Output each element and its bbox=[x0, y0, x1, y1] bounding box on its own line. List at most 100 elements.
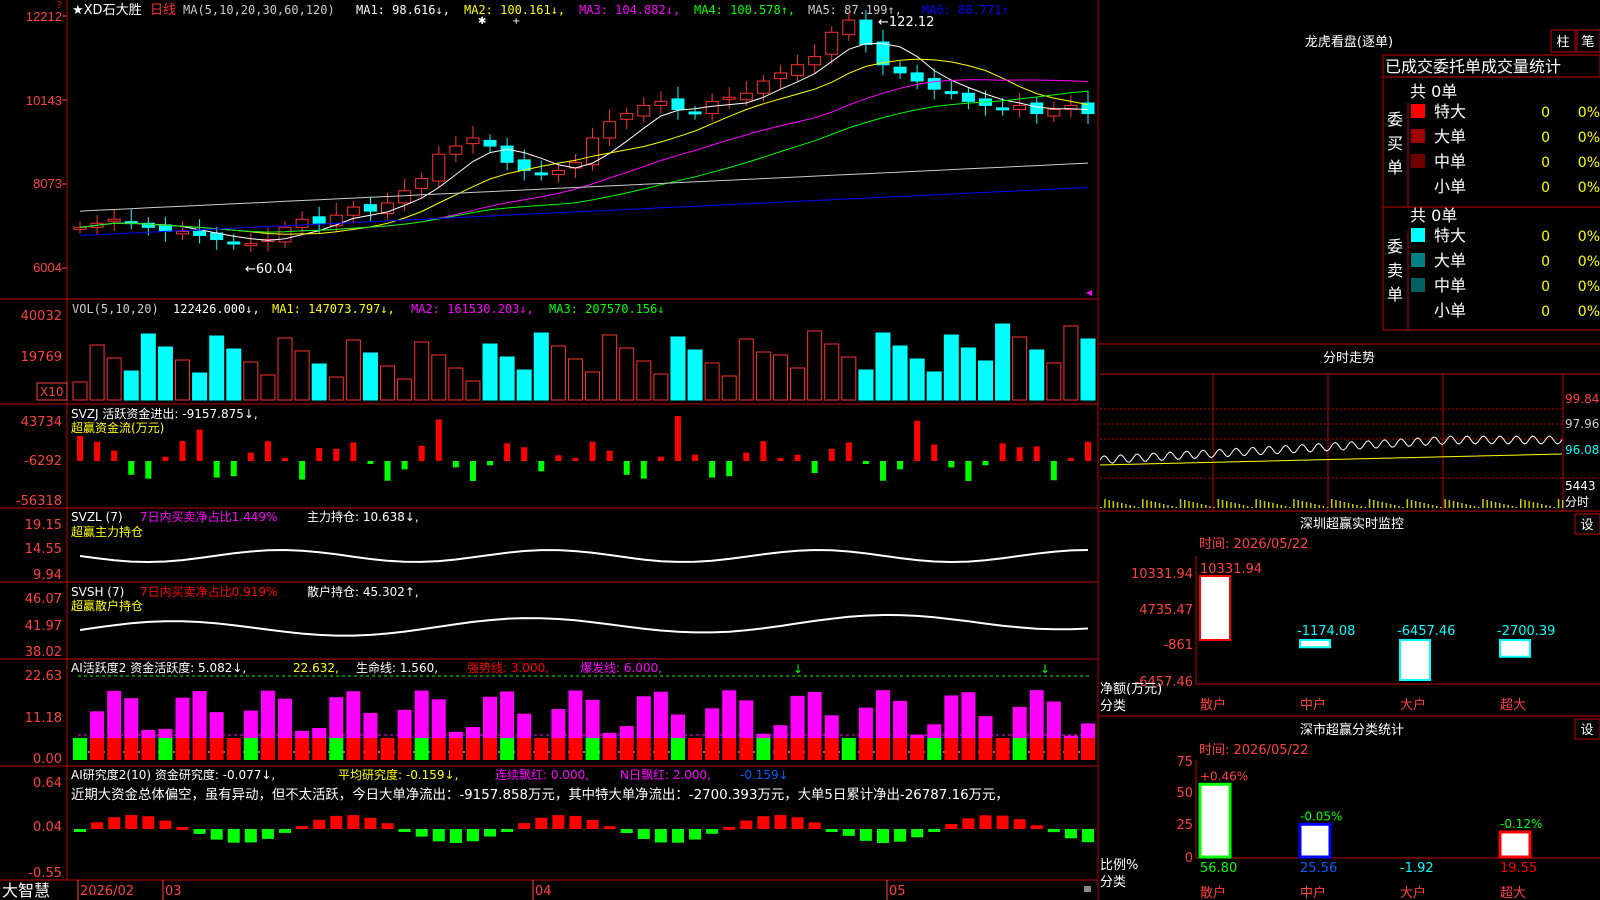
intraday-volume bbox=[1452, 501, 1455, 508]
active-base bbox=[209, 738, 224, 760]
candle-body bbox=[363, 204, 377, 212]
candle-body bbox=[910, 72, 924, 82]
scroll-marker[interactable] bbox=[1086, 290, 1092, 296]
flow-bar bbox=[299, 461, 306, 480]
research-bar bbox=[1082, 829, 1094, 843]
ratio-value: 25.56 bbox=[1300, 861, 1337, 876]
volume-bar bbox=[909, 358, 925, 401]
flow-bar bbox=[657, 456, 664, 461]
active-bar bbox=[705, 708, 720, 738]
intraday-volume bbox=[1440, 507, 1442, 508]
order-count: 0 bbox=[1541, 180, 1550, 196]
intraday-volume bbox=[1503, 504, 1505, 508]
active-bar bbox=[568, 690, 583, 738]
flow-bar bbox=[862, 461, 869, 464]
flow-category: 超大 bbox=[1500, 698, 1526, 713]
tick-mode-label[interactable]: 笔 bbox=[1581, 34, 1594, 50]
research-bar bbox=[364, 817, 377, 829]
brand-logo[interactable]: 大智慧 bbox=[2, 881, 50, 900]
ratio-bar bbox=[1198, 782, 1232, 859]
ma-line bbox=[79, 162, 1089, 212]
active-base bbox=[192, 738, 207, 760]
order-count: 0 bbox=[1541, 130, 1550, 146]
active-base bbox=[329, 738, 344, 760]
monitor-settings-label[interactable]: 设 bbox=[1580, 518, 1593, 533]
volume-bar bbox=[465, 380, 481, 401]
volume-bar bbox=[345, 339, 361, 401]
moving-average-lines bbox=[79, 43, 1089, 241]
intraday-volume bbox=[1398, 506, 1400, 508]
ma-item: MA2: 100.161↓, bbox=[464, 3, 565, 17]
classify-tick: 75 bbox=[1176, 755, 1193, 770]
stats-tabs[interactable]: 已成交委托单成交量统计 bbox=[1385, 57, 1561, 76]
research-bar bbox=[1047, 829, 1060, 833]
vol-ma3: MA3: 207570.156↓ bbox=[549, 302, 665, 316]
intraday-volume bbox=[1301, 501, 1304, 508]
flow-bar bbox=[162, 456, 169, 461]
intraday-volume bbox=[1326, 507, 1329, 508]
active-base bbox=[636, 738, 651, 760]
volume-bar bbox=[209, 335, 225, 401]
active-bar bbox=[192, 691, 207, 738]
research-bar bbox=[501, 829, 514, 832]
volume-bar bbox=[311, 363, 327, 401]
intraday-volume bbox=[1133, 506, 1136, 508]
volume-bar bbox=[977, 360, 993, 401]
active-bar bbox=[875, 690, 890, 738]
research-bar bbox=[279, 829, 292, 833]
volume-bar bbox=[619, 347, 635, 401]
bar-mode-label[interactable]: 柱 bbox=[1556, 35, 1569, 50]
order-count: 0 bbox=[1541, 279, 1550, 295]
classify-settings-label[interactable]: 设 bbox=[1580, 723, 1593, 738]
classify-title: 深市超赢分类统计 bbox=[1300, 722, 1404, 738]
volume-bar bbox=[1063, 325, 1079, 401]
price-tick: 6004 bbox=[33, 260, 62, 275]
order-pct: 0% bbox=[1578, 304, 1600, 320]
candle-body bbox=[756, 80, 770, 94]
candle-body bbox=[227, 241, 241, 245]
ma-line bbox=[79, 90, 1089, 233]
intraday-volume bbox=[1507, 505, 1509, 508]
ai-research-tick: 0.04 bbox=[33, 820, 62, 835]
intraday-volume bbox=[1179, 499, 1182, 508]
active-base bbox=[978, 738, 993, 760]
volume-bar bbox=[328, 376, 344, 401]
research-bar bbox=[996, 815, 1009, 829]
intraday-volume bbox=[1549, 506, 1551, 508]
intraday-volume bbox=[1150, 501, 1152, 508]
intraday-volume bbox=[1146, 500, 1148, 508]
volume-bar bbox=[294, 350, 310, 401]
research-bar bbox=[347, 815, 360, 829]
ai-research-red: 连续飘红: 0.000, bbox=[495, 767, 589, 782]
intraday-volume bbox=[1314, 504, 1316, 508]
volume-bar bbox=[892, 345, 908, 401]
order-swatch bbox=[1411, 278, 1425, 292]
active-bar bbox=[141, 729, 156, 738]
volume-bar bbox=[414, 341, 430, 401]
active-base bbox=[534, 738, 549, 760]
volume-bar bbox=[123, 370, 139, 401]
active-bar bbox=[414, 690, 429, 738]
intraday-volume bbox=[1129, 505, 1131, 508]
period-label[interactable]: 日线 bbox=[150, 3, 176, 18]
svzj-title: SVZJ 活跃资金进出: -9157.875↓, bbox=[71, 406, 258, 421]
lock-icon[interactable] bbox=[1084, 886, 1091, 892]
intraday-title[interactable]: 分时走势 bbox=[1323, 350, 1375, 366]
active-base bbox=[995, 738, 1010, 760]
candle-body bbox=[927, 78, 941, 90]
star-mark: ✱ bbox=[478, 16, 486, 27]
intraday-volume bbox=[1343, 502, 1346, 508]
active-bar bbox=[243, 710, 258, 738]
research-bar bbox=[808, 822, 821, 829]
intraday-volume bbox=[1154, 502, 1157, 508]
flow-bar bbox=[94, 441, 101, 461]
research-bar bbox=[176, 827, 189, 831]
flow-bar bbox=[418, 445, 425, 461]
candle-body bbox=[244, 243, 258, 247]
flow-bar bbox=[1016, 447, 1023, 461]
stock-name[interactable]: ★XD石大胜 bbox=[72, 3, 142, 18]
intraday-chart[interactable] bbox=[1099, 435, 1564, 508]
active-base bbox=[431, 738, 446, 760]
candlestick-chart[interactable] bbox=[73, 9, 1095, 252]
active-bar bbox=[448, 731, 463, 738]
